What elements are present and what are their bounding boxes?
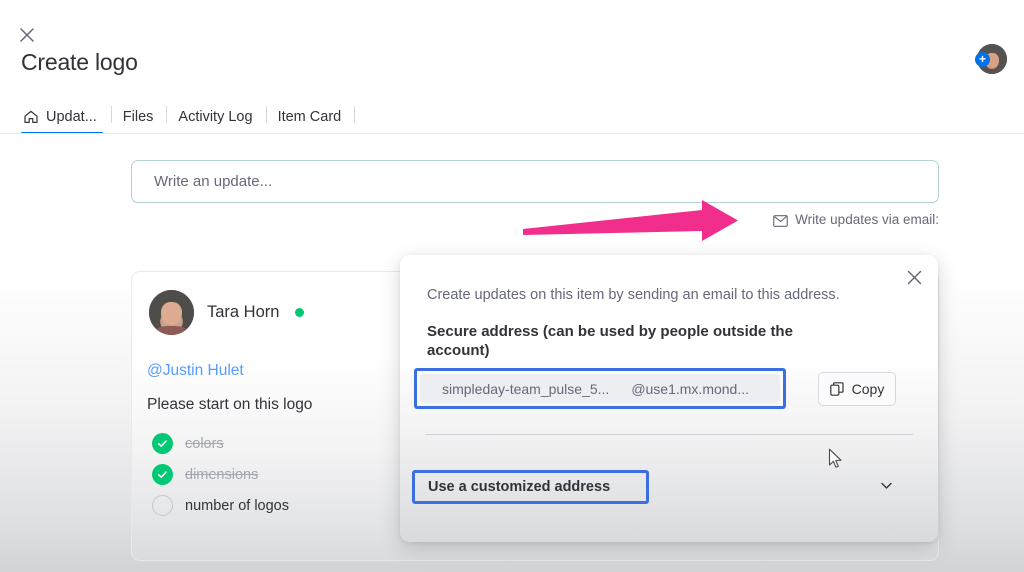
use-customized-address-row[interactable]: Use a customized address (412, 470, 649, 504)
author-avatar[interactable] (149, 290, 194, 335)
home-icon (23, 109, 39, 125)
update-author-row: Tara Horn (149, 290, 305, 335)
tab-updates[interactable]: Updat... (21, 109, 111, 134)
chevron-down-icon[interactable] (879, 478, 894, 493)
close-item-icon[interactable] (17, 25, 37, 45)
update-body-text: Please start on this logo (147, 396, 313, 413)
tab-divider (354, 106, 356, 123)
close-popup-icon[interactable] (905, 268, 924, 287)
tab-label: Updat... (46, 109, 97, 125)
tab-bar: Updat... Files Activity Log Item Card (21, 100, 364, 134)
page-title: Create logo (21, 49, 138, 75)
checklist-label: colors (185, 435, 224, 452)
write-updates-via-email-label: Write updates via email: (795, 212, 939, 227)
tab-divider (110, 106, 112, 123)
mention-link[interactable]: @Justin Hulet (147, 362, 244, 380)
write-update-placeholder: Write an update... (154, 173, 273, 190)
popup-divider (425, 434, 913, 435)
mail-icon (773, 214, 788, 227)
checkbox-checked-icon[interactable] (152, 464, 173, 485)
tab-files[interactable]: Files (121, 109, 167, 134)
tab-divider (265, 106, 267, 123)
copy-icon (829, 382, 844, 396)
checklist-item: colors (152, 428, 289, 459)
tab-label: Item Card (277, 109, 342, 125)
copy-button[interactable]: Copy (818, 372, 896, 406)
tab-label: Activity Log (178, 109, 253, 125)
secure-address-field[interactable]: simpleday-team_pulse_5... @use1.mx.mond.… (420, 374, 780, 403)
tab-bar-divider (0, 133, 1024, 134)
tab-item-card[interactable]: Item Card (276, 109, 355, 134)
popup-description: Create updates on this item by sending a… (427, 287, 840, 303)
add-member-badge[interactable]: + (975, 52, 990, 67)
online-status-dot (295, 308, 305, 317)
checkbox-unchecked-icon[interactable] (152, 495, 173, 516)
write-updates-via-email-link[interactable]: Write updates via email: (773, 212, 939, 227)
checklist-label: number of logos (185, 497, 289, 514)
secure-address-highlight: simpleday-team_pulse_5... @use1.mx.mond.… (414, 368, 786, 409)
checklist-item: dimensions (152, 459, 289, 490)
checklist-label: dimensions (185, 466, 259, 483)
checkbox-checked-icon[interactable] (152, 433, 173, 454)
use-customized-address-label: Use a customized address (428, 479, 611, 495)
update-checklist: colors dimensions number of logos (152, 428, 289, 521)
checklist-item: number of logos (152, 490, 289, 521)
tab-label: Files (122, 109, 154, 125)
app-root: Create logo + Updat... Files Activity Lo… (0, 0, 1024, 572)
write-update-input[interactable]: Write an update... (131, 160, 939, 203)
user-avatar[interactable]: + (975, 44, 1007, 76)
avatar-shirt (157, 326, 186, 335)
tab-activity-log[interactable]: Activity Log (176, 109, 265, 134)
secure-address-local-part: simpleday-team_pulse_5... (442, 380, 610, 397)
author-name: Tara Horn (207, 303, 280, 321)
tab-divider (166, 106, 168, 123)
email-address-popup: Create updates on this item by sending a… (400, 255, 938, 542)
popup-heading: Secure address (can be used by people ou… (427, 323, 793, 359)
pink-annotation-arrow (520, 198, 760, 246)
copy-button-label: Copy (851, 381, 885, 397)
secure-address-domain-part: @use1.mx.mond... (631, 380, 750, 397)
